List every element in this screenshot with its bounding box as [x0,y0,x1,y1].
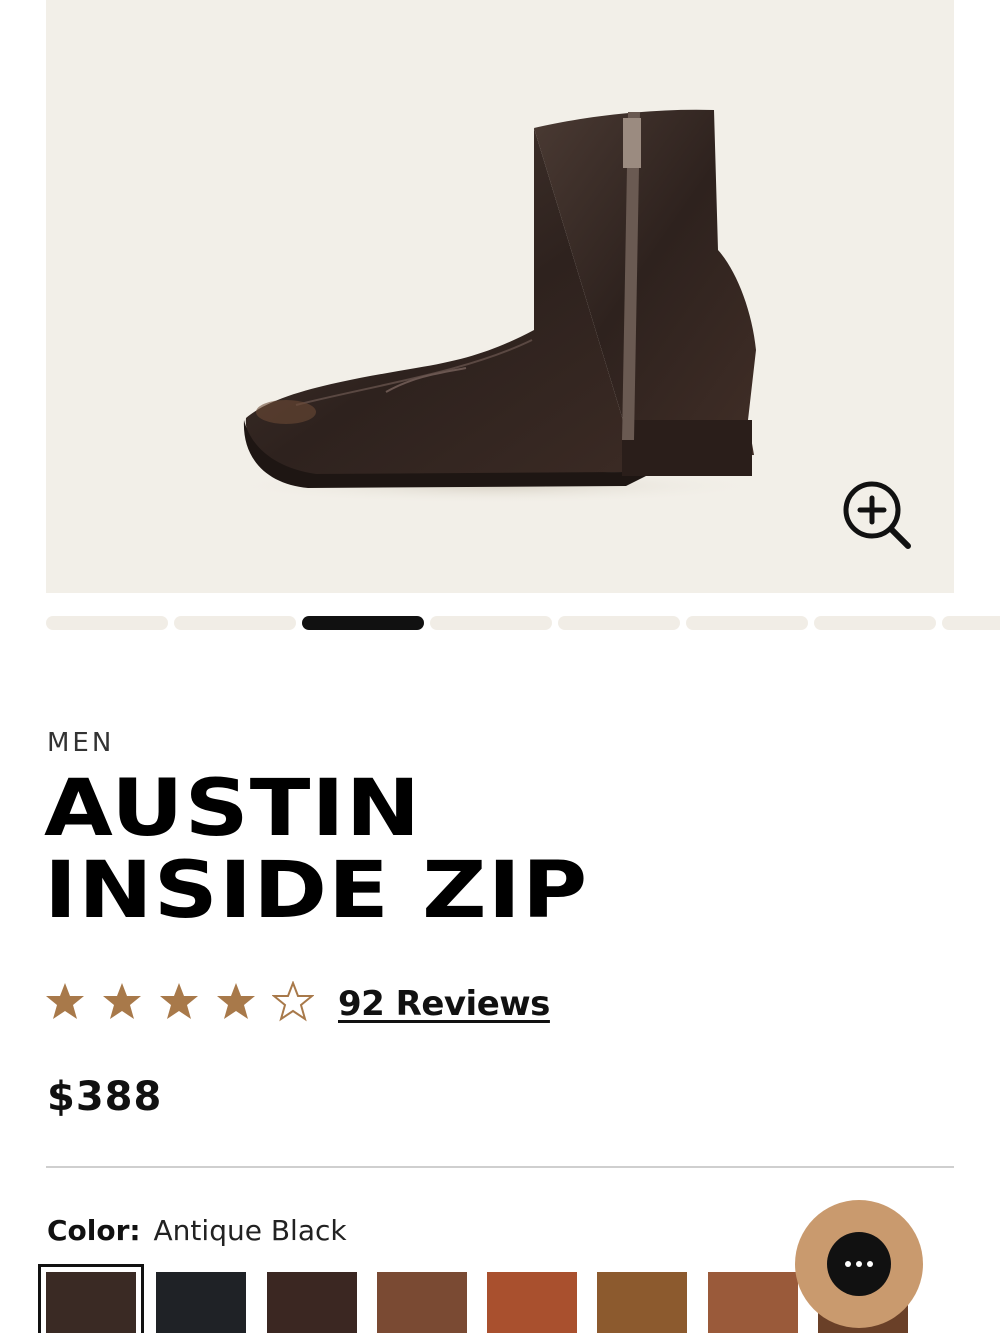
product-title: AUSTIN INSIDE ZIP [44,768,588,932]
chat-bubble-icon [827,1232,891,1296]
color-swatch-5[interactable] [487,1272,577,1333]
star-rating[interactable] [44,976,329,1028]
color-label: Color: [47,1214,141,1247]
selected-color-value: Antique Black [153,1214,347,1247]
ankle-boot-photo [226,109,766,504]
star-filled-icon [160,983,198,1019]
star-empty-icon [272,981,314,1022]
pager-dot-7[interactable] [814,616,936,630]
pager-dot-1[interactable] [46,616,168,630]
pager-dot-3[interactable] [302,616,424,630]
color-swatch-6[interactable] [597,1272,687,1333]
gallery-pager [46,616,1000,630]
color-swatch-7[interactable] [708,1272,798,1333]
star-filled-icon [217,983,255,1019]
color-swatch-3[interactable] [267,1272,357,1333]
zoom-in-icon [843,481,911,549]
divider [46,1166,954,1168]
reviews-link[interactable]: 92 Reviews [338,984,550,1024]
pager-dot-6[interactable] [686,616,808,630]
product-price: $388 [47,1074,163,1120]
star-filled-icon [103,983,141,1019]
zoom-button[interactable] [842,480,912,550]
chat-button[interactable] [795,1200,923,1328]
product-title-line1: AUSTIN [44,764,422,854]
pager-dot-2[interactable] [174,616,296,630]
product-category: MEN [47,728,115,758]
color-selector-label: Color: Antique Black [47,1214,347,1247]
star-filled-icon [46,983,84,1019]
color-swatch-4[interactable] [377,1272,467,1333]
color-swatch-2[interactable] [156,1272,246,1333]
product-image-gallery[interactable] [46,0,954,593]
color-swatch-1[interactable] [38,1264,144,1333]
pager-dot-4[interactable] [430,616,552,630]
product-title-line2: INSIDE ZIP [44,846,589,936]
pager-dot-5[interactable] [558,616,680,630]
pager-dot-8[interactable] [942,616,1000,630]
